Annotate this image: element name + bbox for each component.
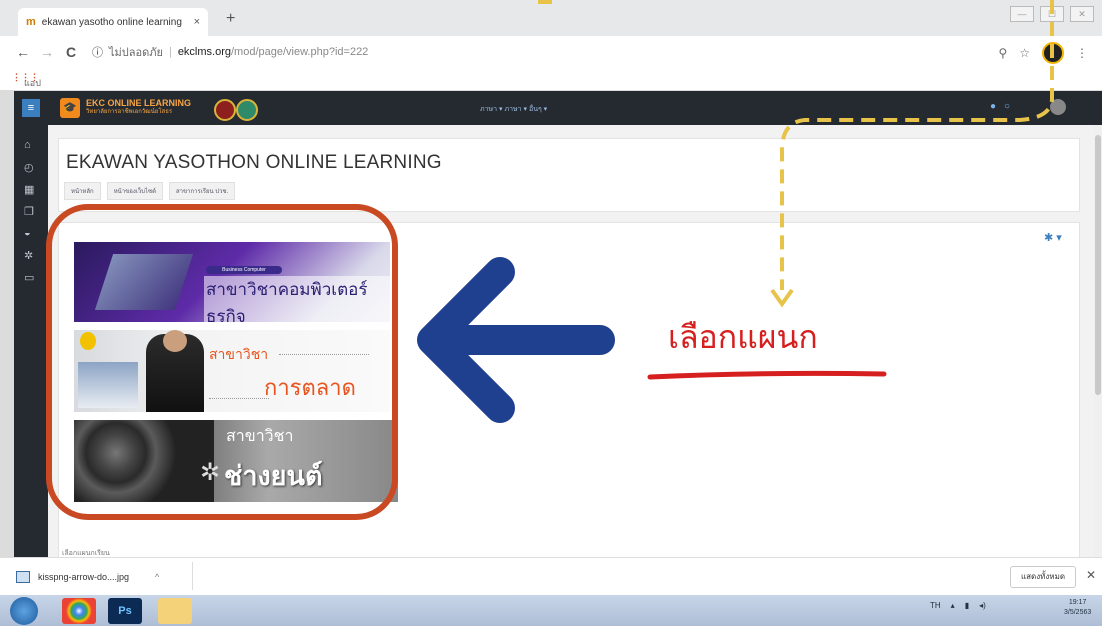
breadcrumb: หน้าหลัก หน้าของเว็บไซต์ สาขาการเรียน ปว…: [64, 182, 236, 200]
select-department-label: เลือกแผนก: [668, 318, 818, 356]
browser-tab[interactable]: m ekawan yasotho online learning ×: [18, 8, 208, 36]
bookmark-star-icon[interactable]: ☆: [1019, 46, 1030, 60]
url-host: ekclms.org: [177, 46, 231, 58]
page-scrollbar[interactable]: [1094, 125, 1102, 557]
zoom-icon[interactable]: ⚲: [998, 46, 1007, 60]
tab-close-icon[interactable]: ×: [194, 16, 200, 28]
image-file-icon: [16, 571, 30, 583]
page-header: [58, 138, 1080, 212]
notification-bell-icon[interactable]: ●: [990, 101, 996, 112]
volume-icon[interactable]: ◂): [979, 601, 986, 610]
clock-time: 19:17: [1068, 599, 1087, 606]
calendar-icon[interactable]: ▦: [24, 183, 34, 196]
folder-icon[interactable]: ▭: [24, 271, 34, 284]
navbar-icons: ● ○: [990, 101, 1010, 112]
window-close-button[interactable]: ✕: [1070, 6, 1094, 22]
nav-drawer: ⌂ ◴ ▦ ❐ ◒ ✲ ▭: [14, 125, 48, 557]
explorer-taskbar-icon[interactable]: [158, 598, 192, 624]
start-button[interactable]: [10, 597, 38, 625]
breadcrumb-item[interactable]: หน้าหลัก: [64, 182, 101, 200]
window-controls: — ☐ ✕: [1010, 6, 1094, 22]
files-icon[interactable]: ❐: [24, 205, 34, 218]
bookmarks-bar: ⋮⋮⋮ แอป: [0, 68, 1102, 90]
download-filename: kisspng-arrow-do....jpg: [38, 572, 130, 582]
info-icon[interactable]: ⓘ: [92, 44, 103, 60]
apps-label: แอป: [24, 78, 41, 88]
address-bar[interactable]: ⓘ ไม่ปลอดภัย | ekclms.org/mod/page/view.…: [92, 42, 1042, 62]
downloads-close-icon[interactable]: ✕: [1086, 568, 1096, 582]
badge-icon[interactable]: ◒: [24, 227, 31, 239]
new-tab-button[interactable]: +: [226, 10, 235, 28]
top-marker: [538, 0, 552, 4]
breadcrumb-item[interactable]: สาขาการเรียน ปวช.: [168, 182, 236, 200]
graduation-cap-icon: 🎓: [60, 98, 80, 118]
address-divider: |: [168, 46, 172, 58]
photoshop-taskbar-icon[interactable]: Ps: [108, 598, 142, 624]
download-item[interactable]: kisspng-arrow-do....jpg ^: [16, 566, 192, 588]
system-tray: TH ▴ ▮ ◂): [930, 601, 986, 610]
tab-title: ekawan yasotho online learning: [41, 16, 182, 28]
url-path: /mod/page/view.php?id=222: [231, 46, 369, 58]
menu-kebab-icon[interactable]: ⋮: [1076, 46, 1088, 60]
chrome-taskbar-icon[interactable]: [62, 598, 96, 624]
language-indicator[interactable]: TH: [930, 601, 941, 610]
logo-title: EKC ONLINE LEARNING: [86, 98, 192, 108]
site-logo[interactable]: 🎓 EKC ONLINE LEARNING วิทยาลัยการอาชีพเอ…: [60, 96, 200, 120]
seal-icon: [236, 99, 258, 121]
reload-button[interactable]: C: [66, 44, 76, 60]
messages-icon[interactable]: ○: [1004, 101, 1010, 112]
back-button[interactable]: ←: [16, 44, 30, 60]
highlight-frame: [46, 204, 398, 520]
profile-avatar[interactable]: [1042, 42, 1064, 64]
home-icon[interactable]: ⌂: [24, 139, 31, 151]
tray-expand-icon[interactable]: ▴: [951, 601, 955, 610]
toolbar-actions: ⚲ ☆ ⋮: [998, 42, 1088, 64]
forward-button[interactable]: →: [40, 44, 54, 60]
settings-gear-icon[interactable]: ✱ ▾: [1044, 231, 1062, 244]
user-avatar[interactable]: [1050, 99, 1066, 115]
maximize-button[interactable]: ☐: [1040, 6, 1064, 22]
drawer-toggle-button[interactable]: ≡: [22, 99, 40, 117]
show-all-button[interactable]: แสดงทั้งหมด: [1010, 566, 1076, 588]
page-title: EKAWAN YASOTHON ONLINE LEARNING: [66, 152, 442, 173]
security-label: ไม่ปลอดภัย: [109, 47, 163, 59]
network-icon[interactable]: ▮: [965, 601, 969, 610]
chevron-up-icon[interactable]: ^: [155, 572, 159, 582]
logo-subtitle: วิทยาลัยการอาชีพเอกวัฒน์ยโสธร: [86, 109, 173, 115]
breadcrumb-item[interactable]: หน้าของเว็บไซต์: [106, 182, 163, 200]
clock-date: 3/5/2563: [1064, 609, 1092, 616]
custom-menu[interactable]: ภาษา ▾ ภาษา ▾ อื่นๆ ▾: [480, 104, 547, 115]
gear-icon[interactable]: ✲: [24, 249, 33, 262]
taskbar-clock[interactable]: 19:17 3/5/2563: [1064, 598, 1091, 618]
apps-bookmark[interactable]: ⋮⋮⋮ แอป: [12, 72, 41, 88]
dashboard-icon[interactable]: ◴: [24, 161, 34, 174]
minimize-button[interactable]: —: [1010, 6, 1034, 22]
divider: [192, 562, 193, 590]
moodle-favicon-icon: m: [26, 16, 36, 28]
emblem-icon: [214, 99, 236, 121]
